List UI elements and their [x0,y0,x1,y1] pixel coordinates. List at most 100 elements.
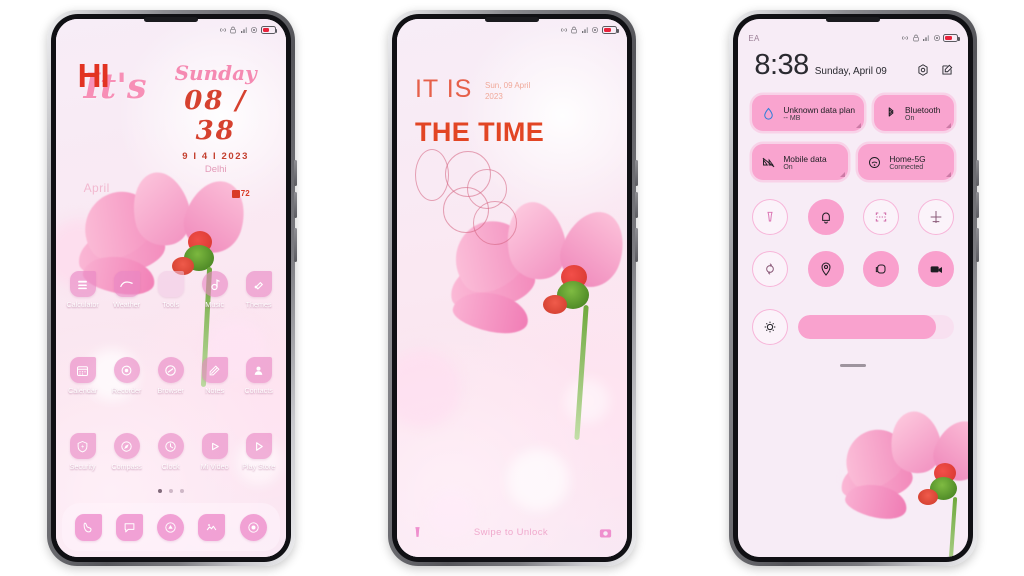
flashlight-icon [767,211,773,222]
weather-icon [113,271,140,297]
volume-up-button[interactable] [293,160,297,186]
volume-down-button[interactable] [976,192,980,218]
app-calculator[interactable]: Calculator [62,271,104,309]
camera-icon[interactable] [239,513,267,541]
app-label: Calculator [66,300,99,309]
edit-icon[interactable] [940,63,954,77]
tile-title: Home-5G [889,153,926,164]
volume-up-button[interactable] [634,160,638,186]
app-label: Recorder [111,386,142,395]
status-icons [219,26,278,34]
page-dot-2[interactable] [168,489,173,493]
tile-subtitle: On [783,163,793,171]
contacts-icon [245,357,272,383]
app-calendar[interactable]: Calendar [62,357,104,395]
app-mi-video[interactable]: Mi Video [194,433,236,471]
app-label: Mi Video [200,462,229,471]
folder-icon [157,271,184,297]
app-music[interactable]: Music [194,271,236,309]
app-notes[interactable]: Notes [194,357,236,395]
status-carrier: EA [748,33,760,43]
clock-widget[interactable]: Sunday 08 / 38 9 I 4 I 2023 Delhi [160,63,272,175]
toggle-scan[interactable] [862,199,899,235]
toggle-screen-record[interactable] [918,251,955,287]
toggle-silent[interactable] [807,199,844,235]
settings-gear-icon[interactable] [916,63,930,77]
power-button[interactable] [634,228,638,262]
power-button[interactable] [976,228,980,262]
app-play-store[interactable]: Play Store [238,433,280,471]
toggle-location[interactable] [807,251,844,287]
app-label: Weather [113,300,141,309]
toggle-sync[interactable] [752,251,789,287]
camera-icon[interactable] [598,525,613,540]
temperature-value: 72 [240,189,250,198]
lock-icon [571,26,578,34]
tile-bluetooth[interactable]: Bluetooth On [874,95,955,131]
page-dot-1[interactable] [157,489,162,493]
tile-data-plan[interactable]: Unknown data plan -- MB [752,95,865,131]
app-label: Clock [161,462,180,471]
app-label: Themes [245,300,272,309]
app-grid-row-3: Security Compass Clock Mi Video Play Sto… [56,433,286,471]
notes-icon [201,357,228,383]
lock-bottom-bar: Swipe to Unlock [397,519,627,545]
flashlight-icon[interactable] [411,524,424,540]
drag-handle[interactable] [840,364,867,367]
tile-mobile-data[interactable]: Mobile data On [752,144,849,180]
control-center-header: 8:38 Sunday, April 09 [754,51,954,80]
app-tools-folder[interactable]: Tools [150,271,192,309]
toggle-airplane[interactable] [918,199,955,235]
tile-wifi[interactable]: Home-5G Connected [858,144,955,180]
swipe-hint: Swipe to Unlock [473,526,549,538]
app-label: Contacts [244,386,273,395]
app-security[interactable]: Security [62,433,104,471]
phone1-screen: HI It's Sunday 08 / 38 9 I 4 I 2023 Delh… [55,19,286,557]
brightness-row [752,309,955,345]
airplane-icon [930,211,942,223]
phone-icon[interactable] [74,513,102,541]
app-browser[interactable]: Browser [150,357,192,395]
toggle-flashlight[interactable] [752,199,789,235]
location-icon [251,27,258,33]
link-icon [902,36,909,40]
toggle-cast[interactable] [862,251,899,287]
lock-icon [913,34,919,42]
power-button[interactable] [293,228,297,262]
app-recorder[interactable]: Recorder [106,357,148,395]
greeting-widget: HI It's [78,59,147,103]
volume-down-button[interactable] [634,192,638,218]
cc-time: 8:38 [754,49,809,81]
gallery-icon[interactable] [198,513,226,541]
message-icon[interactable] [115,513,143,541]
battery-icon [260,26,278,34]
volume-up-button[interactable] [976,160,980,186]
tile-subtitle: Connected [889,163,924,171]
volume-down-button[interactable] [293,192,297,218]
cc-tiles-row-2: Mobile data On Home-5G Connected [752,144,955,180]
cc-toggle-row-1 [752,199,955,235]
app-themes[interactable]: Themes [238,271,280,309]
app-row: Calculator Weather Tools Music Themes [56,271,286,309]
wifi-icon [869,156,881,168]
status-bar [56,19,286,41]
app-compass[interactable]: Compass [106,433,148,471]
app-clock[interactable]: Clock [150,433,192,471]
app-weather[interactable]: Weather [106,271,148,309]
brightness-slider[interactable] [798,315,955,339]
app-contacts[interactable]: Contacts [238,357,280,395]
front-camera-slot [826,17,881,22]
cc-toggle-row-2 [752,251,955,287]
tile-subtitle: On [905,114,915,122]
app-label: Calendar [68,386,98,395]
front-camera-slot [484,17,539,22]
link-icon [219,28,226,32]
cast-icon [875,264,886,274]
app-label: Compass [111,462,142,471]
link-icon [561,28,567,32]
appstore-icon[interactable] [157,513,185,541]
temperature-square-icon [231,189,240,198]
toggle-brightness-auto[interactable] [752,309,789,345]
page-indicator[interactable] [56,489,286,493]
page-dot-3[interactable] [179,489,184,493]
